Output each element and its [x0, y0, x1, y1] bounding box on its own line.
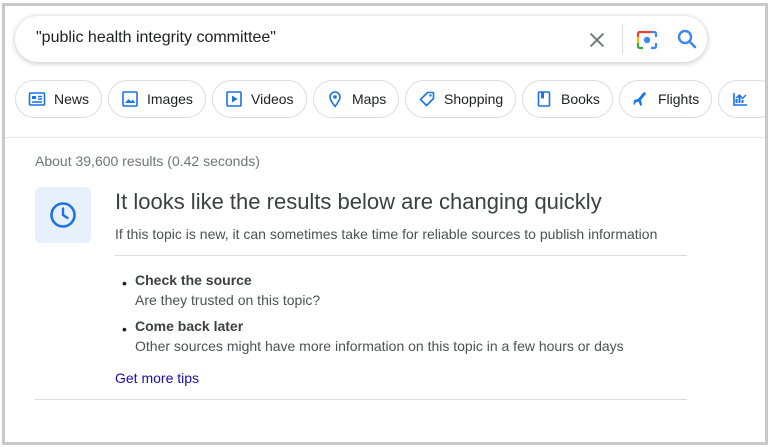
- chip-news[interactable]: News: [15, 80, 102, 118]
- chip-maps[interactable]: Maps: [313, 80, 399, 118]
- search-filter-chips: News Images Videos Maps Shopping Books F…: [15, 80, 765, 120]
- camera-lens-icon: [636, 30, 658, 50]
- chip-label: Maps: [352, 91, 387, 107]
- chip-label: Images: [147, 91, 193, 107]
- book-icon: [537, 91, 551, 107]
- bullet-icon: •: [122, 321, 127, 337]
- video-icon: [226, 91, 242, 107]
- chip-finance[interactable]: [718, 80, 765, 118]
- search-by-image-button[interactable]: [635, 28, 659, 52]
- finance-icon: [733, 93, 747, 106]
- search-box[interactable]: "public health integrity committee": [15, 16, 707, 62]
- clock-icon: [50, 202, 76, 228]
- chip-label: Flights: [658, 91, 700, 107]
- chip-label: Videos: [251, 91, 294, 107]
- map-pin-icon: [329, 91, 341, 108]
- chip-label: Books: [561, 91, 600, 107]
- plane-icon: [633, 92, 646, 106]
- search-box-divider: [622, 24, 623, 54]
- notice-subtitle: If this topic is new, it can sometimes t…: [115, 226, 658, 242]
- clear-search-button[interactable]: [586, 29, 608, 51]
- notice-icon-box: [35, 187, 91, 243]
- notice-divider: [115, 255, 687, 256]
- notice-title: It looks like the results below are chan…: [115, 189, 602, 214]
- tag-icon: [419, 91, 435, 107]
- get-more-tips-link[interactable]: Get more tips: [115, 370, 199, 386]
- bullet-icon: •: [122, 275, 127, 291]
- image-icon: [122, 91, 138, 107]
- close-icon: [589, 32, 605, 48]
- header-divider: [5, 137, 765, 138]
- chip-videos[interactable]: Videos: [212, 80, 307, 118]
- chip-shopping[interactable]: Shopping: [405, 80, 516, 118]
- search-button[interactable]: [675, 27, 699, 51]
- tip-description: Other sources might have more informatio…: [135, 338, 624, 354]
- search-icon: [677, 29, 697, 49]
- chip-label: Shopping: [444, 91, 504, 107]
- chip-flights[interactable]: Flights: [619, 80, 712, 118]
- browser-viewport: "public health integrity committee" News…: [2, 3, 768, 445]
- chip-images[interactable]: Images: [108, 80, 206, 118]
- tip-title: Come back later: [135, 318, 244, 334]
- chip-books[interactable]: Books: [522, 80, 613, 118]
- tip-title: Check the source: [135, 272, 252, 288]
- chip-label: News: [54, 91, 90, 107]
- search-input[interactable]: "public health integrity committee": [36, 29, 276, 47]
- tip-description: Are they trusted on this topic?: [135, 292, 321, 308]
- notice-bottom-divider: [35, 399, 687, 400]
- news-icon: [28, 92, 46, 106]
- result-stats: About 39,600 results (0.42 seconds): [35, 153, 260, 169]
